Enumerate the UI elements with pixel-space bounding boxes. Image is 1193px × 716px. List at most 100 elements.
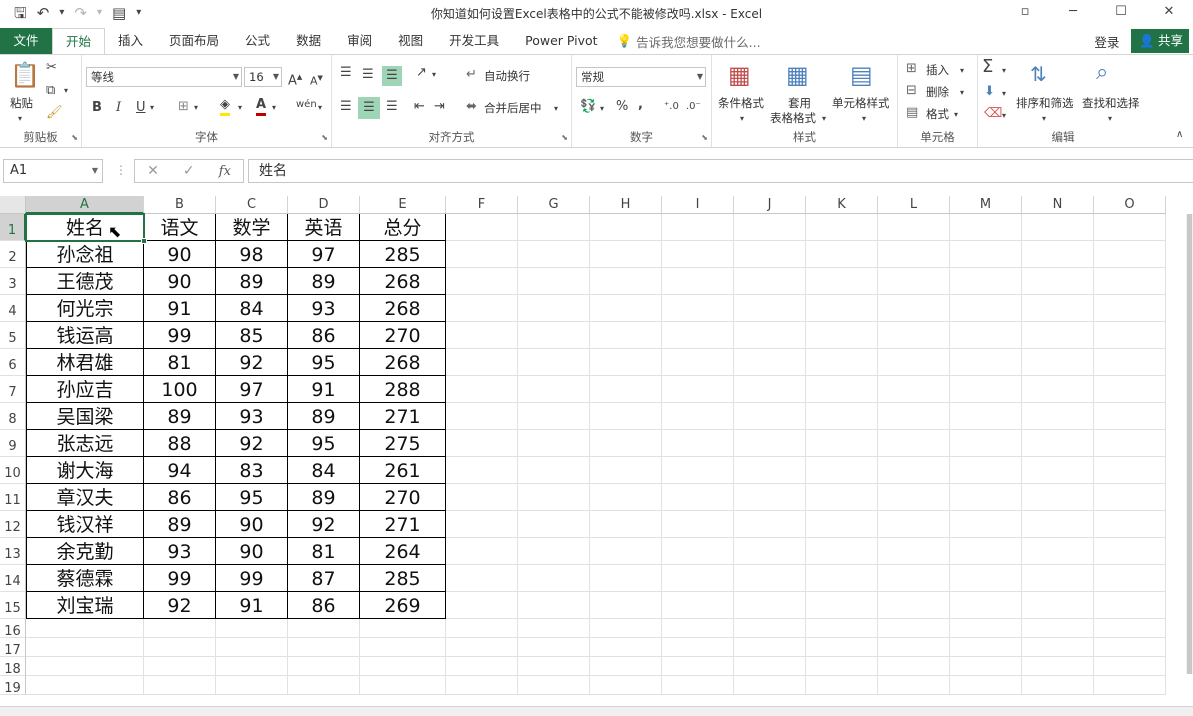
wrap-text-icon[interactable]: ↵ [466,67,477,83]
save-icon[interactable]: 🖫 [14,3,27,23]
empty-cell[interactable] [590,538,662,565]
conditional-dropdown-icon[interactable]: ▾ [740,111,744,127]
empty-cell[interactable] [216,619,288,638]
collapse-ribbon-icon[interactable]: ∧ [1176,127,1183,143]
format-cells-icon[interactable]: ▤ [906,105,918,121]
empty-cell[interactable] [1022,538,1094,565]
empty-cell[interactable] [446,592,518,619]
format-table-icon[interactable]: ▦ [786,61,809,89]
empty-cell[interactable] [950,295,1022,322]
table-cell[interactable]: 89 [144,511,216,538]
row-header[interactable]: 17 [0,638,26,658]
cancel-icon[interactable]: ✕ [147,163,159,179]
table-cell[interactable]: 孙应吉 [26,376,144,403]
empty-cell[interactable] [518,295,590,322]
empty-cell[interactable] [288,638,360,657]
share-button[interactable]: 👤 共享 [1131,29,1189,53]
empty-cell[interactable] [1094,430,1166,457]
empty-cell[interactable] [806,592,878,619]
font-color-icon[interactable]: A [256,97,267,116]
table-cell[interactable]: 99 [144,565,216,592]
empty-cell[interactable] [734,268,806,295]
empty-cell[interactable] [590,638,662,657]
empty-cell[interactable] [446,376,518,403]
empty-cell[interactable] [806,619,878,638]
empty-cell[interactable] [734,676,806,695]
empty-cell[interactable] [734,214,806,241]
empty-cell[interactable] [1022,430,1094,457]
empty-cell[interactable] [446,430,518,457]
row-header[interactable]: 4 [0,295,26,322]
empty-cell[interactable] [806,511,878,538]
empty-cell[interactable] [950,376,1022,403]
empty-cell[interactable] [950,268,1022,295]
font-name-combo[interactable]: 等线 ▼ [86,67,242,87]
empty-cell[interactable] [518,676,590,695]
table-cell[interactable]: 89 [288,484,360,511]
empty-cell[interactable] [878,538,950,565]
empty-cell[interactable] [1022,619,1094,638]
empty-cell[interactable] [878,295,950,322]
empty-cell[interactable] [662,511,734,538]
find-select-button[interactable]: 查找和选择 [1082,95,1140,111]
grow-font-icon[interactable]: A▲ [288,69,302,89]
sort-filter-icon[interactable]: ⇅ [1030,61,1047,87]
empty-cell[interactable] [1094,484,1166,511]
empty-cell[interactable] [518,657,590,676]
table-cell[interactable]: 92 [216,430,288,457]
row-header[interactable]: 18 [0,657,26,677]
empty-cell[interactable] [1022,657,1094,676]
sort-dropdown-icon[interactable]: ▾ [1042,111,1046,127]
table-cell[interactable]: 285 [360,241,446,268]
empty-cell[interactable] [878,657,950,676]
table-cell[interactable]: 95 [216,484,288,511]
empty-cell[interactable] [950,214,1022,241]
empty-cell[interactable] [878,619,950,638]
empty-cell[interactable] [662,322,734,349]
empty-cell[interactable] [878,511,950,538]
table-cell[interactable]: 84 [288,457,360,484]
empty-cell[interactable] [950,676,1022,695]
empty-cell[interactable] [590,376,662,403]
scroll-thumb[interactable] [1187,214,1192,674]
empty-cell[interactable] [662,565,734,592]
empty-cell[interactable] [662,619,734,638]
empty-cell[interactable] [446,638,518,657]
header-cell[interactable]: 总分 [360,214,446,241]
row-header[interactable]: 12 [0,511,26,538]
empty-cell[interactable] [1022,511,1094,538]
table-cell[interactable]: 269 [360,592,446,619]
empty-cell[interactable] [1022,638,1094,657]
empty-cell[interactable] [144,657,216,676]
empty-cell[interactable] [662,430,734,457]
empty-cell[interactable] [734,241,806,268]
empty-cell[interactable] [446,619,518,638]
empty-cell[interactable] [518,565,590,592]
empty-cell[interactable] [1094,592,1166,619]
column-header[interactable]: J [734,196,806,214]
minimize-button[interactable]: ─ [1049,0,1097,26]
conditional-format-button[interactable]: 条件格式 [718,95,764,111]
empty-cell[interactable] [216,657,288,676]
empty-cell[interactable] [878,241,950,268]
empty-cell[interactable] [1094,349,1166,376]
column-header[interactable]: M [950,196,1022,214]
paste-dropdown-icon[interactable]: ▾ [18,111,22,127]
empty-cell[interactable] [878,403,950,430]
clipboard-launcher-icon[interactable]: ⬊ [71,133,78,142]
empty-cell[interactable] [1022,349,1094,376]
empty-cell[interactable] [1094,322,1166,349]
table-cell[interactable]: 90 [144,241,216,268]
empty-cell[interactable] [806,403,878,430]
empty-cell[interactable] [590,619,662,638]
table-cell[interactable]: 87 [288,565,360,592]
table-cell[interactable]: 89 [288,268,360,295]
row-header[interactable]: 7 [0,376,26,403]
copy-dropdown-icon[interactable]: ▾ [64,83,68,99]
enter-icon[interactable]: ✓ [183,163,195,179]
fill-icon[interactable]: ⬇ [984,84,995,100]
empty-cell[interactable] [446,538,518,565]
empty-cell[interactable] [590,349,662,376]
table-cell[interactable]: 孙念祖 [26,241,144,268]
empty-cell[interactable] [590,268,662,295]
